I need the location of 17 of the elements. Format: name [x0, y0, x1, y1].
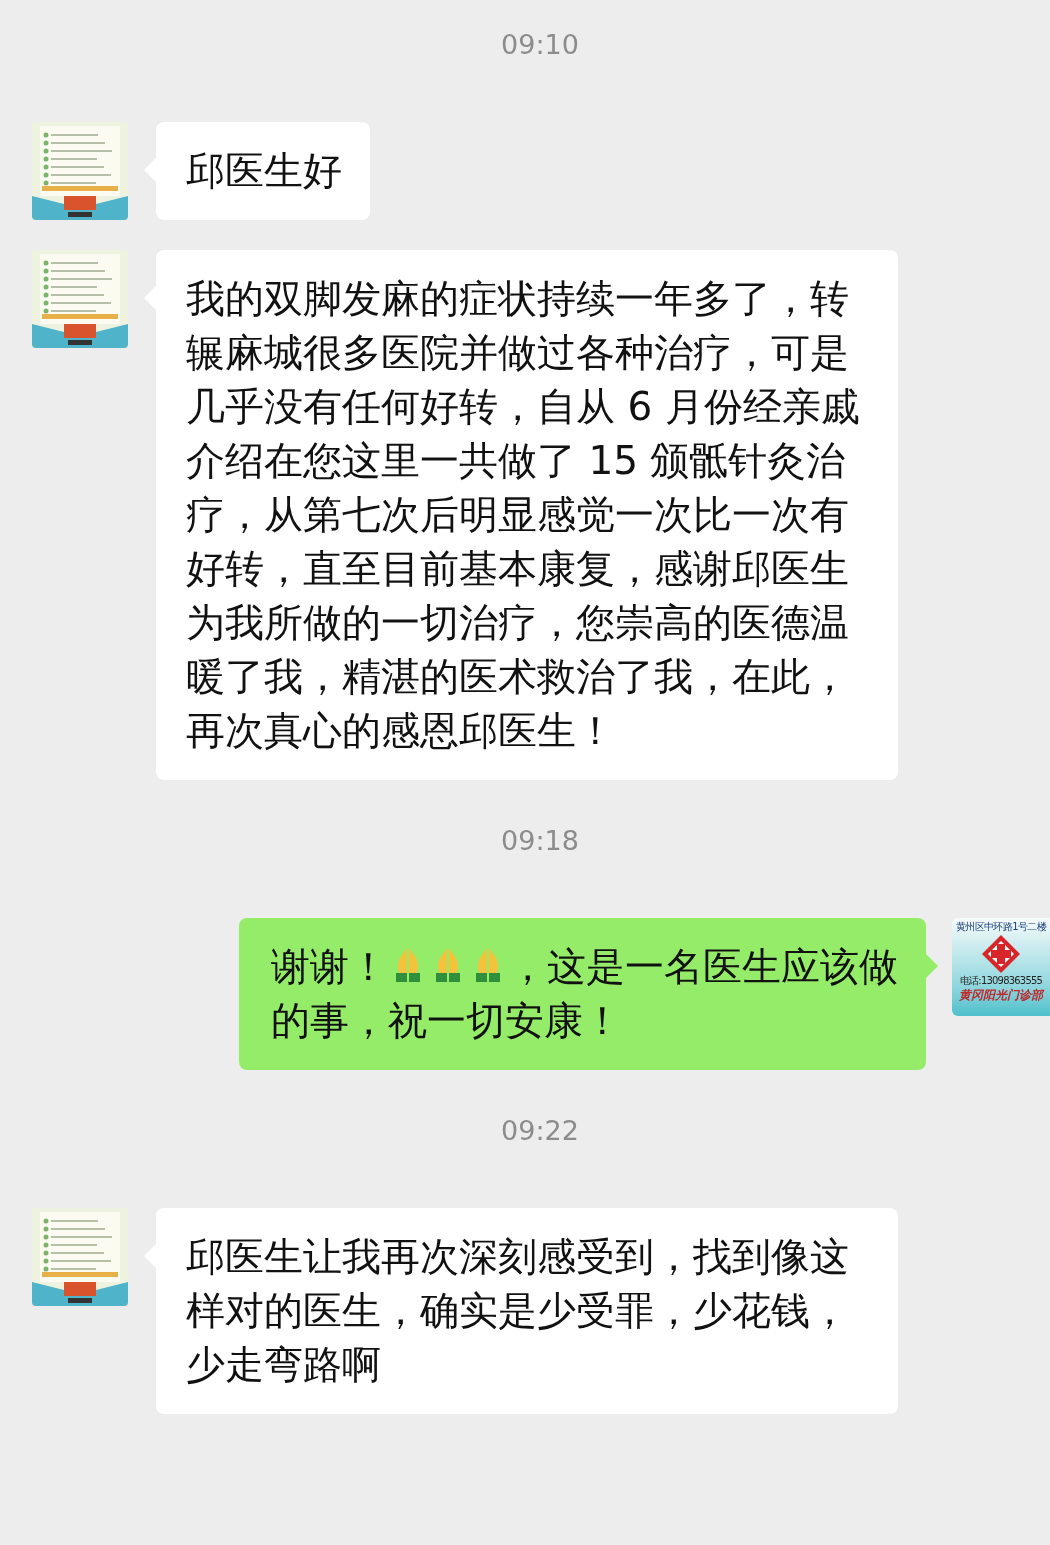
- avatar-clinic-name: 黄冈阳光门诊部: [959, 987, 1043, 1003]
- avatar-phone: 电话:13098363555: [959, 974, 1043, 987]
- avatar-picture-drawing[interactable]: [32, 250, 128, 348]
- message-text: 邱医生让我再次深刻感受到，找到像这样对的医生，确实是少受罪，少花钱，少走弯路啊: [186, 1234, 849, 1387]
- timestamp: 09:22: [500, 1114, 580, 1148]
- avatar-address: 黄州区中环路1号二楼: [955, 920, 1047, 934]
- message-text: ，这是一名医生应该做: [508, 944, 898, 989]
- message-text: 邱医生好: [186, 148, 342, 193]
- message-text: 的事，祝一切安康！: [271, 998, 622, 1043]
- timestamp: 09:10: [500, 28, 580, 62]
- message-text: 我的双脚发麻的症状持续一年多了，转辗麻城很多医院并做过各种治疗，可是几乎没有任何好转，自从 6 月份经亲戚介绍在您这里一共做了 15 颁骶针灸治疗，从第七次后明显感觉一次比一次有好转，直至目前基本康复，感谢邱医生为我所做的一切治疗，您崇高的医德温暖了我，精湛的医术救治了我，在此，再次真心的感恩邱医生！: [186, 276, 860, 753]
- avatar-picture-drawing[interactable]: [32, 122, 128, 220]
- avatar-picture-drawing[interactable]: [32, 1208, 128, 1306]
- timestamp: 09:18: [500, 824, 580, 858]
- clinic-avatar[interactable]: 黄州区中环路1号二楼 电话:13098363555 黄冈阳光门诊部: [952, 918, 1050, 1016]
- medical-cross-icon: [981, 934, 1021, 974]
- message-text: 谢谢！: [271, 944, 388, 989]
